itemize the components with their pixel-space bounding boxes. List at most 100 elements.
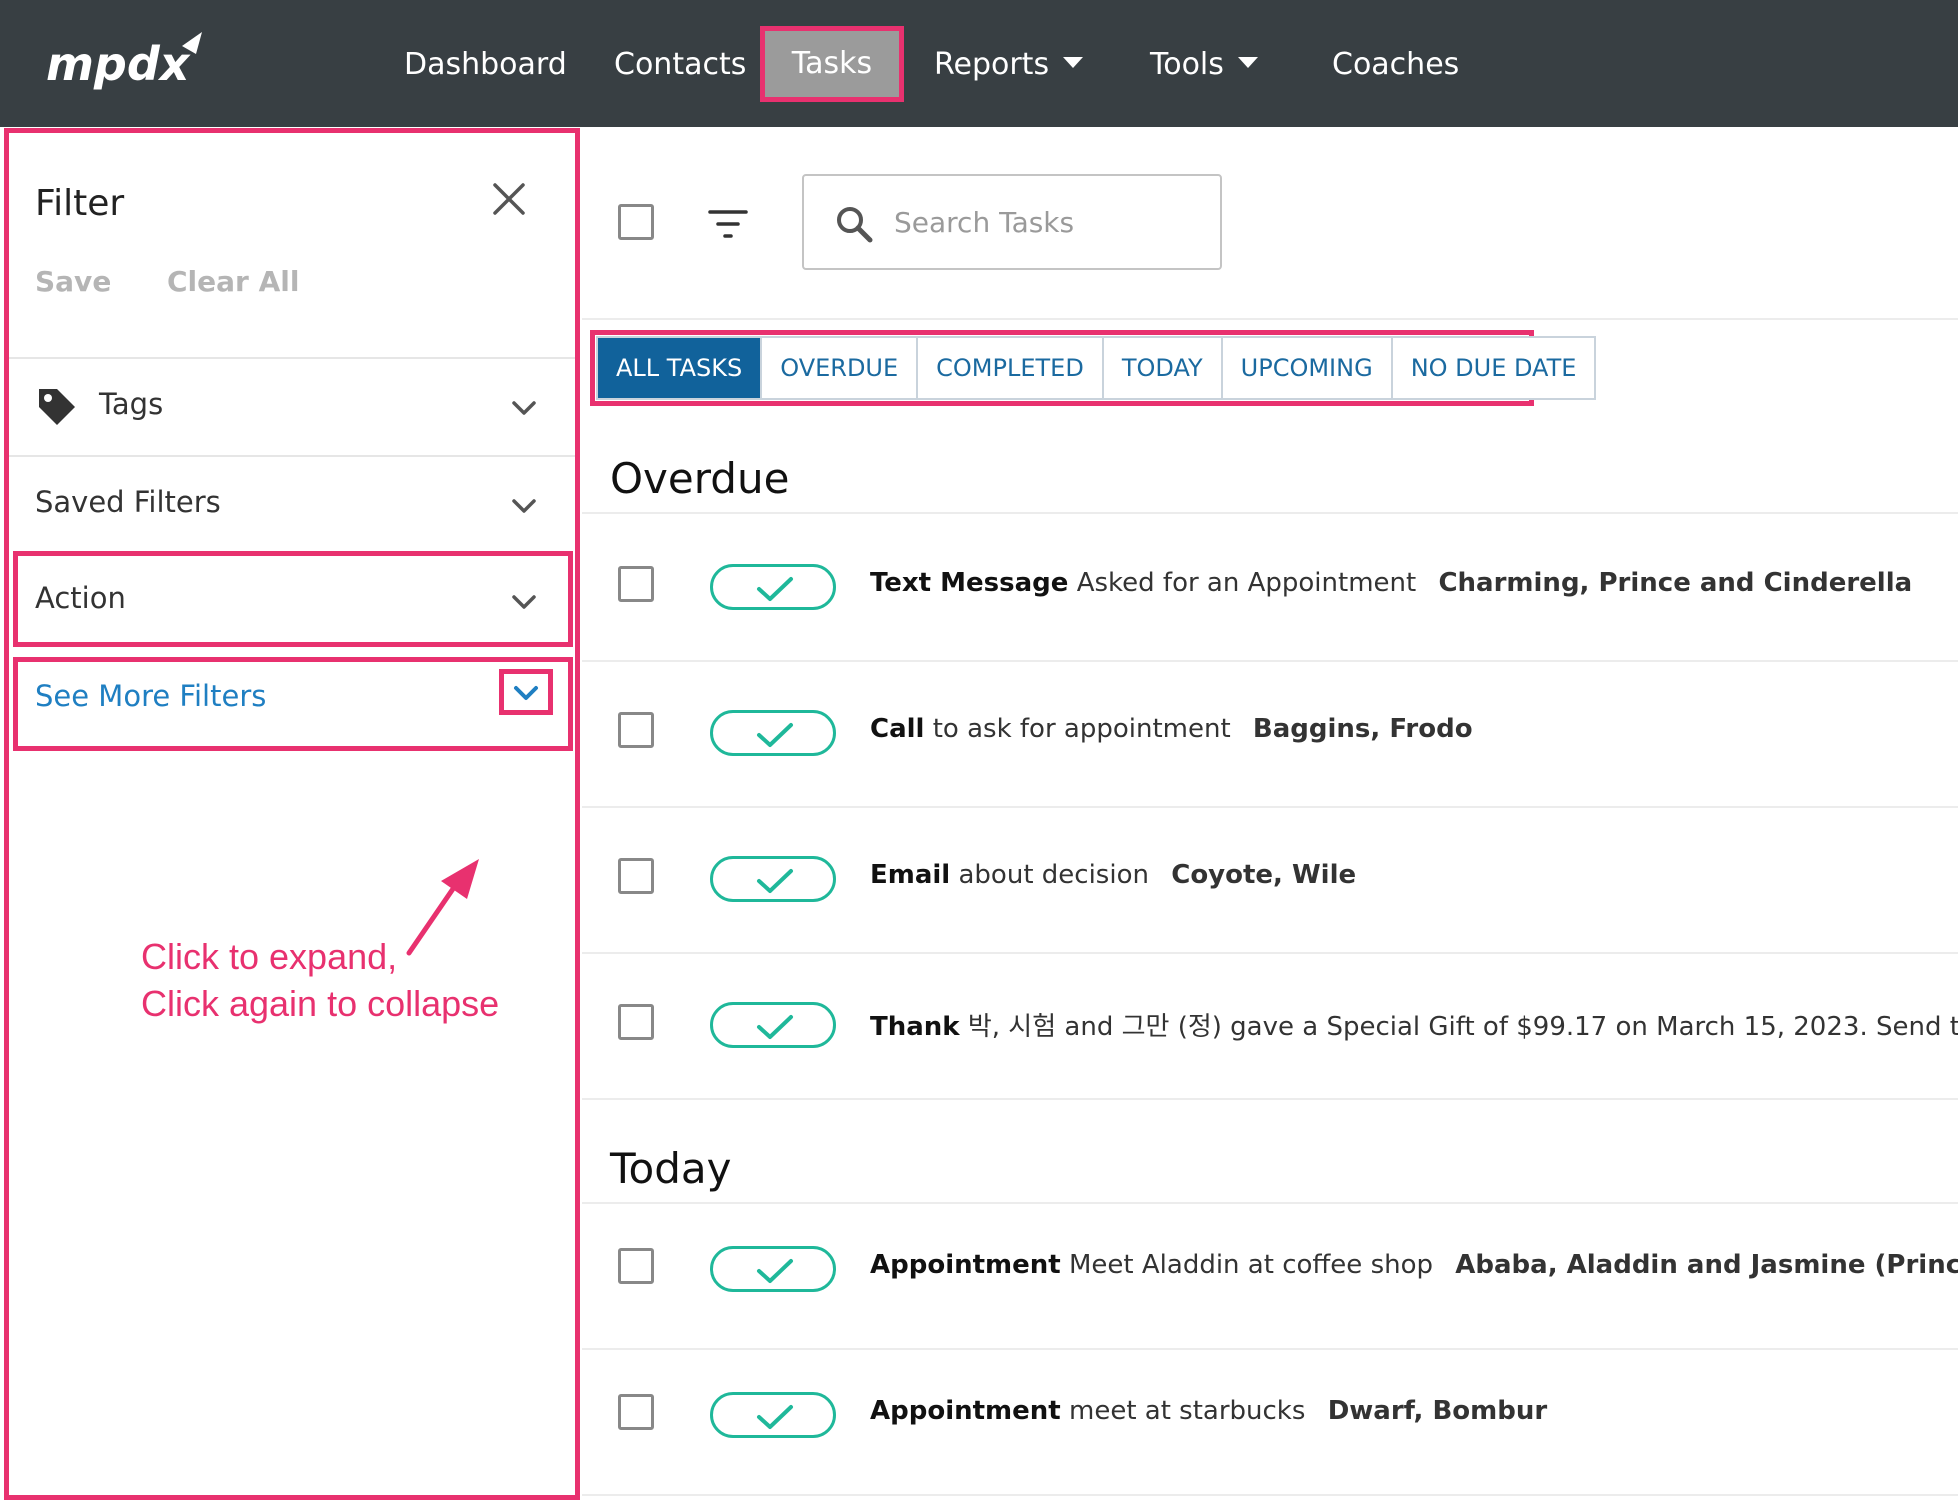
task-description: Thank 박, 시험 and 그만 (정) gave a Special Gi… — [870, 1006, 1958, 1043]
tab-upcoming[interactable]: UPCOMING — [1222, 338, 1393, 398]
task-description: Appointment Meet Aladdin at coffee shop … — [870, 1250, 1958, 1280]
task-description: Call to ask for appointment Baggins, Fro… — [870, 714, 1473, 744]
search-icon — [837, 207, 873, 243]
filter-sidebar: Filter Save Clear All Tags Saved Filters… — [4, 128, 580, 1500]
caret-down-icon — [1063, 57, 1084, 68]
task-subject: 박, 시험 and 그만 (정) gave a Special Gift of … — [967, 1012, 1958, 1042]
top-navbar: mpdx Dashboard Contacts Tasks Reports To… — [0, 0, 1958, 127]
chevron-down-icon[interactable] — [509, 491, 539, 521]
task-subject: Meet Aladdin at coffee shop — [1069, 1250, 1433, 1280]
task-subject: about decision — [958, 860, 1149, 890]
task-type: Appointment — [870, 1396, 1061, 1426]
task-filter-tabs: ALL TASKS OVERDUE COMPLETED TODAY UPCOMI… — [596, 336, 1597, 400]
task-row[interactable]: Email about decision Coyote, Wile — [582, 806, 1958, 952]
mpdx-logo[interactable]: mpdx — [44, 28, 214, 100]
task-type: Text Message — [870, 568, 1069, 598]
task-type: Call — [870, 714, 925, 744]
tab-today[interactable]: TODAY — [1103, 338, 1223, 398]
nav-contacts[interactable]: Contacts — [614, 40, 746, 90]
nav-dashboard[interactable]: Dashboard — [404, 40, 567, 90]
nav-tools-label: Tools — [1150, 47, 1224, 82]
task-contact[interactable]: Charming, Prince and Cinderella — [1438, 568, 1912, 598]
task-type: Thank — [870, 1012, 960, 1042]
filter-row-tags[interactable]: Tags — [9, 359, 575, 455]
task-row[interactable]: Appointment meet at starbucks Dwarf, Bom… — [582, 1342, 1958, 1488]
nav-tasks[interactable]: Tasks — [760, 26, 904, 102]
tag-icon — [39, 389, 75, 425]
filter-row-label: Tags — [99, 387, 164, 421]
complete-task-button[interactable] — [710, 1246, 836, 1292]
nav-coaches-label: Coaches — [1332, 47, 1460, 82]
task-checkbox[interactable] — [618, 566, 654, 602]
complete-task-button[interactable] — [710, 1002, 836, 1048]
see-more-toggle[interactable] — [499, 669, 553, 715]
section-heading-overdue: Overdue — [610, 454, 790, 503]
task-description: Appointment meet at starbucks Dwarf, Bom… — [870, 1396, 1547, 1426]
brand-text: mpdx — [46, 37, 191, 91]
task-subject: Asked for an Appointment — [1076, 568, 1417, 598]
tab-completed[interactable]: COMPLETED — [918, 338, 1104, 398]
chevron-down-icon[interactable] — [509, 393, 539, 423]
nav-coaches[interactable]: Coaches — [1332, 40, 1459, 90]
task-contact[interactable]: Baggins, Frodo — [1253, 714, 1473, 744]
nav-reports[interactable]: Reports — [934, 40, 1084, 90]
annotation-line: Click to expand, — [141, 936, 398, 977]
chevron-down-icon — [514, 686, 538, 700]
checkmark-icon — [757, 1405, 793, 1429]
task-row[interactable]: Thank 박, 시험 and 그만 (정) gave a Special Gi… — [582, 952, 1958, 1098]
annotation-text: Click to expand, Click again to collapse — [141, 933, 499, 1027]
checkmark-icon — [757, 723, 793, 747]
task-type: Email — [870, 860, 951, 890]
search-input[interactable] — [894, 202, 1204, 242]
task-contact[interactable]: Coyote, Wile — [1171, 860, 1356, 890]
task-subject: meet at starbucks — [1069, 1396, 1306, 1426]
task-type: Appointment — [870, 1250, 1061, 1280]
task-checkbox[interactable] — [618, 1394, 654, 1430]
task-checkbox[interactable] — [618, 712, 654, 748]
tab-all-tasks[interactable]: ALL TASKS — [598, 338, 763, 398]
filter-row-label: Saved Filters — [35, 485, 221, 519]
task-subject: to ask for appointment — [932, 714, 1231, 744]
task-checkbox[interactable] — [618, 1248, 654, 1284]
section-heading-today: Today — [610, 1144, 732, 1193]
task-contact[interactable]: Dwarf, Bombur — [1328, 1396, 1548, 1426]
task-row[interactable]: Text Message Asked for an Appointment Ch… — [582, 514, 1958, 660]
divider — [582, 1494, 1958, 1496]
complete-task-button[interactable] — [710, 856, 836, 902]
task-description: Email about decision Coyote, Wile — [870, 860, 1356, 890]
divider — [582, 1098, 1958, 1100]
nav-contacts-label: Contacts — [614, 47, 747, 82]
close-icon[interactable] — [489, 179, 529, 219]
caret-down-icon — [1237, 57, 1258, 68]
chevron-down-icon[interactable] — [509, 587, 539, 617]
save-filter-button[interactable]: Save — [35, 265, 111, 298]
search-box[interactable] — [802, 174, 1222, 270]
annotation-line: Click again to collapse — [141, 983, 500, 1024]
nav-tasks-label: Tasks — [791, 46, 873, 81]
complete-task-button[interactable] — [710, 710, 836, 756]
nav-tools[interactable]: Tools — [1150, 40, 1258, 90]
checkmark-icon — [757, 1259, 793, 1283]
task-row[interactable]: Call to ask for appointment Baggins, Fro… — [582, 660, 1958, 806]
filter-row-saved-filters[interactable]: Saved Filters — [9, 457, 575, 553]
complete-task-button[interactable] — [710, 1392, 836, 1438]
filter-title: Filter — [35, 183, 125, 224]
divider — [582, 318, 1958, 320]
filter-icon[interactable] — [708, 208, 748, 240]
filter-row-label: Action — [35, 581, 126, 615]
nav-reports-label: Reports — [934, 47, 1050, 82]
task-row[interactable]: Appointment Meet Aladdin at coffee shop … — [582, 1196, 1958, 1342]
complete-task-button[interactable] — [710, 564, 836, 610]
nav-dashboard-label: Dashboard — [404, 47, 567, 82]
clear-all-button[interactable]: Clear All — [167, 265, 299, 298]
task-checkbox[interactable] — [618, 1004, 654, 1040]
see-more-filters-link[interactable]: See More Filters — [35, 679, 266, 713]
checkmark-icon — [757, 1015, 793, 1039]
task-checkbox[interactable] — [618, 858, 654, 894]
task-list-panel: ALL TASKS OVERDUE COMPLETED TODAY UPCOMI… — [582, 128, 1958, 1502]
tab-no-due-date[interactable]: NO DUE DATE — [1392, 338, 1595, 398]
tab-overdue[interactable]: OVERDUE — [762, 338, 919, 398]
select-all-checkbox[interactable] — [618, 204, 654, 240]
task-contact[interactable]: Ababa, Aladdin and Jasmine (Princess) — [1455, 1250, 1958, 1280]
filter-row-action[interactable]: Action — [9, 553, 575, 649]
